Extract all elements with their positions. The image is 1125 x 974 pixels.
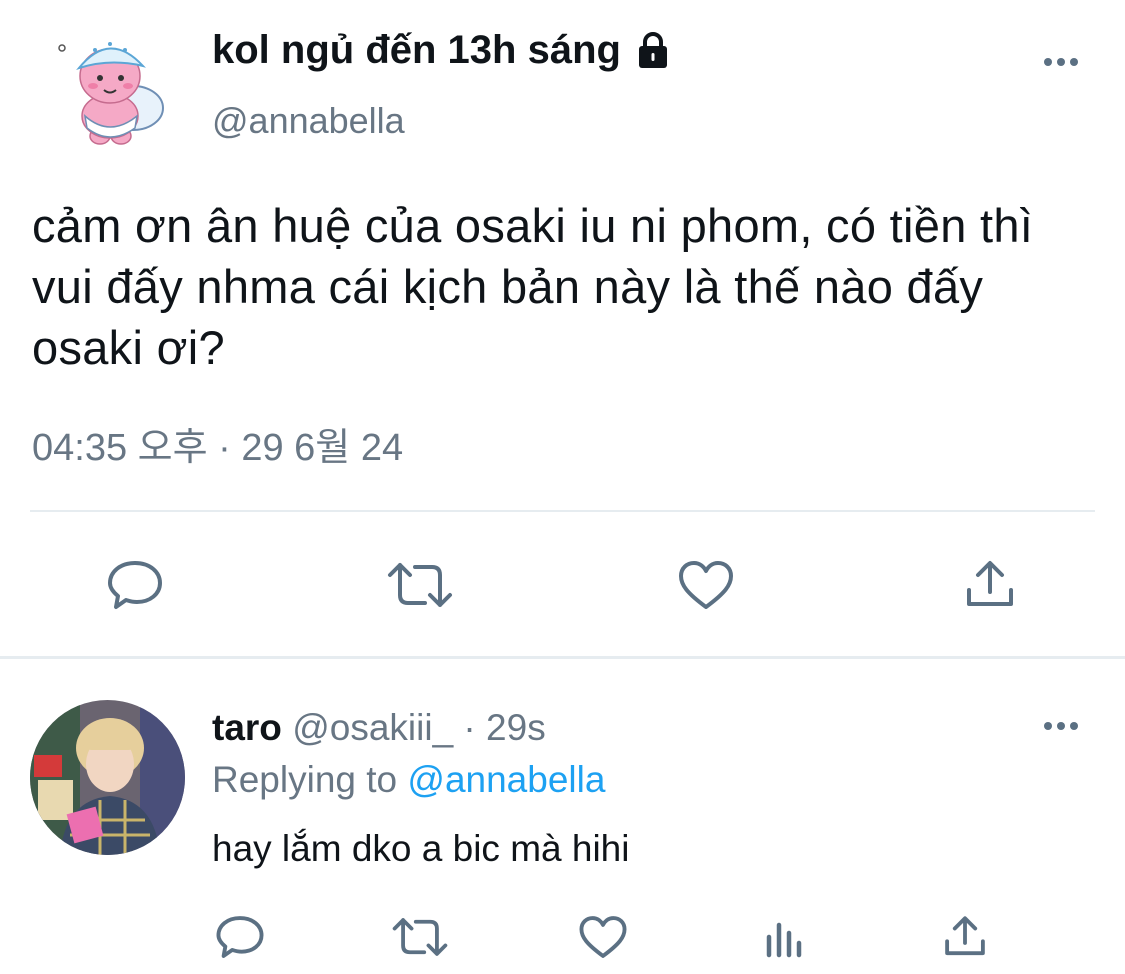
reply-icon[interactable] [205, 902, 275, 972]
author-avatar[interactable] [55, 28, 175, 150]
stats-icon[interactable] [750, 902, 820, 972]
more-icon[interactable] [1040, 50, 1082, 74]
share-icon[interactable] [930, 902, 1000, 972]
replying-to-prefix: Replying to [212, 759, 408, 800]
replying-to-handle[interactable]: @annabella [407, 759, 605, 800]
reply-time[interactable]: 29s [486, 707, 546, 748]
reply-header: taro @osakiii_ · 29s [212, 704, 546, 752]
like-icon[interactable] [671, 550, 741, 620]
display-name-text: kol ngủ đến 13h sáng [212, 28, 621, 72]
reply-separator: · [453, 707, 487, 748]
reply-author-handle[interactable]: @osakiii_ [292, 707, 453, 748]
author-handle[interactable]: @annabella [212, 96, 405, 146]
divider [30, 510, 1095, 512]
share-icon[interactable] [955, 550, 1025, 620]
more-icon[interactable] [1040, 714, 1082, 738]
retweet-icon[interactable] [385, 550, 455, 620]
replying-to-line: Replying to @annabella [212, 756, 605, 804]
reply-author-name[interactable]: taro [212, 707, 282, 748]
lock-icon [633, 30, 673, 70]
tweet-text: cảm ơn ân huệ của osaki iu ni phom, có t… [32, 199, 1034, 374]
retweet-icon[interactable] [385, 902, 455, 972]
divider [0, 656, 1125, 659]
tweet-timestamp[interactable]: 04:35 오후 · 29 6월 24 [32, 422, 403, 474]
reply-text: hay lắm dko a bic mà hihi [212, 828, 630, 869]
reply-avatar[interactable] [30, 700, 185, 855]
reply-icon[interactable] [100, 550, 170, 620]
display-name[interactable]: kol ngủ đến 13h sáng [212, 24, 673, 76]
like-icon[interactable] [568, 902, 638, 972]
reply-author-handle-text: @osakiii_ [292, 707, 454, 748]
